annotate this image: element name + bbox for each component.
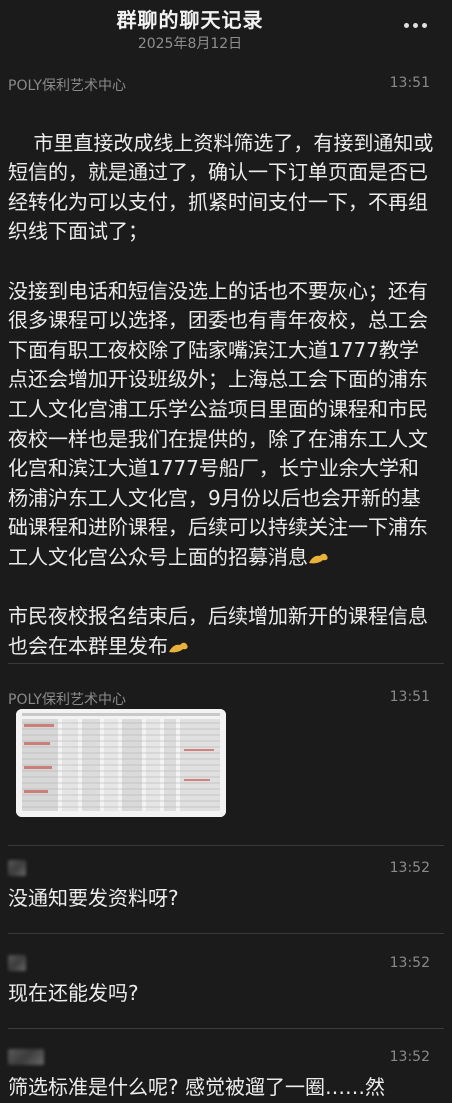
message-text: 市里直接改成线上资料筛选了，有接到通知或短信的，就是通过了，确认一下订单页面是否… (8, 130, 434, 658)
divider (8, 663, 444, 664)
message-sender: POLY保利艺术中心 (8, 692, 126, 708)
divider (8, 933, 444, 934)
chat-message[interactable]: 13:52 现在还能发吗? (0, 955, 452, 1015)
page-title: 群聊的聊天记录 (116, 8, 264, 32)
spreadsheet-image-thumbnail[interactable] (16, 709, 226, 817)
message-text: 没通知要发资料呀? (8, 886, 179, 910)
chat-message[interactable]: POLY保利艺术中心 13:51 市里直接改成线上资料筛选了，有接到通知或短信的… (0, 75, 452, 660)
message-time: 13:51 (389, 689, 430, 705)
divider (8, 1028, 444, 1029)
message-text: 筛选标准是什么呢? 感觉被遛了一圈……然 (8, 1075, 385, 1099)
chat-date: 2025年8月12日 (137, 36, 243, 52)
message-time: 13:52 (389, 955, 430, 971)
message-time: 13:52 (389, 1049, 430, 1065)
message-text: 现在还能发吗? (8, 981, 139, 1005)
chat-message[interactable]: POLY保利艺术中心 13:51 (0, 689, 452, 829)
blurred-avatar (8, 1049, 44, 1065)
message-time: 13:51 (389, 75, 430, 91)
divider (8, 845, 444, 846)
chat-message[interactable]: 13:52 筛选标准是什么呢? 感觉被遛了一圈……然 (0, 1049, 452, 1101)
spreadsheet-preview (16, 709, 226, 817)
message-sender: POLY保利艺术中心 (8, 78, 126, 94)
more-options-button[interactable] (402, 14, 430, 36)
chat-history-header: 群聊的聊天记录 2025年8月12日 (0, 0, 452, 60)
chat-message[interactable]: 13:52 没通知要发资料呀? (0, 860, 452, 920)
more-dots-icon (404, 23, 409, 28)
strong-arm-emoji (309, 553, 328, 564)
strong-arm-emoji (169, 642, 188, 653)
blurred-avatar (8, 955, 26, 971)
message-time: 13:52 (389, 860, 430, 876)
blurred-avatar (8, 860, 26, 876)
